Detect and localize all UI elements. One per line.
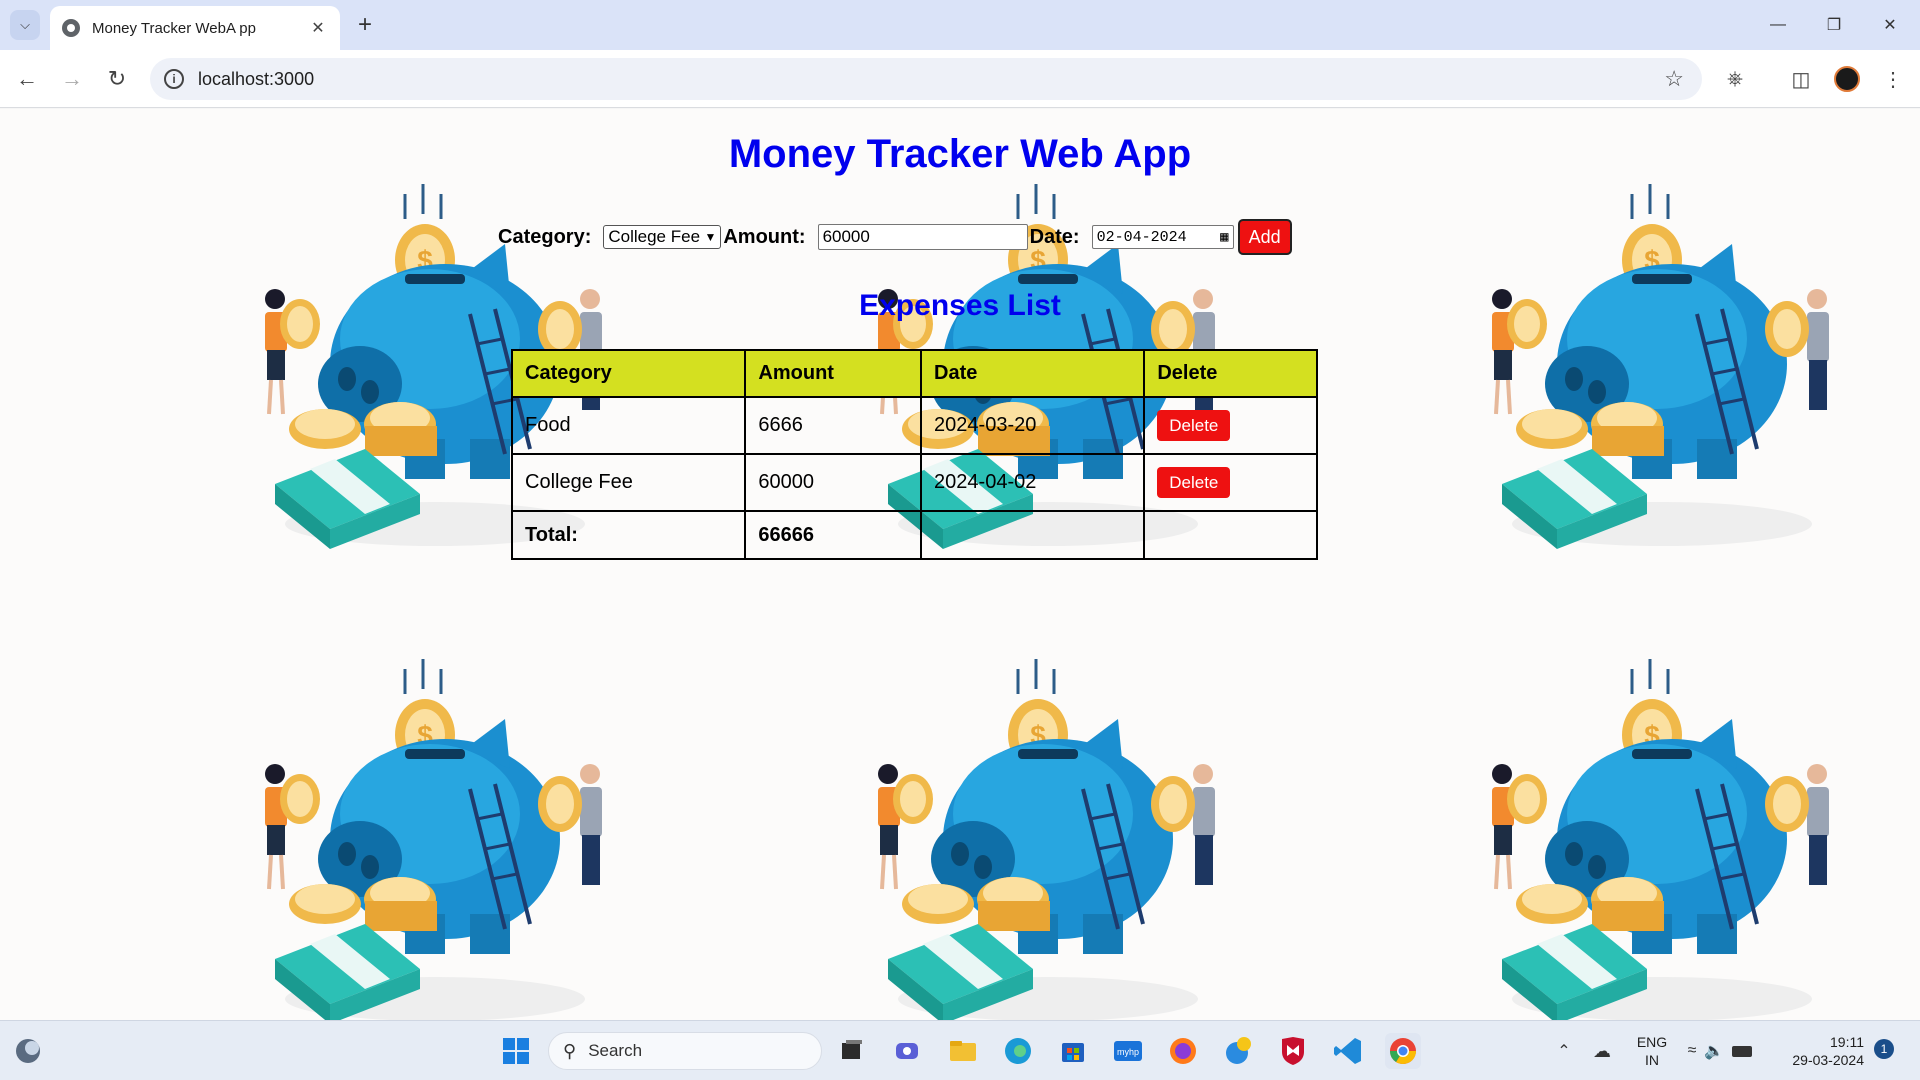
column-header-amount: Amount: [744, 349, 923, 398]
region-code: IN: [1645, 1052, 1659, 1068]
mcafee-icon[interactable]: [1275, 1033, 1311, 1069]
forward-icon[interactable]: →: [55, 62, 89, 96]
back-icon[interactable]: ←: [10, 62, 44, 96]
piggy-bank-illustration: [1482, 164, 1842, 564]
site-info-icon[interactable]: i: [164, 69, 184, 89]
category-select-value: College Fee: [608, 227, 701, 246]
windows-start-icon[interactable]: [498, 1033, 534, 1069]
cell-date: 2024-04-02: [920, 453, 1146, 512]
close-icon[interactable]: ✕: [308, 18, 328, 38]
amount-input-value: 60000: [822, 227, 870, 246]
edge-browser-icon[interactable]: [1000, 1033, 1036, 1069]
delete-button[interactable]: Delete: [1157, 410, 1231, 441]
language-code: ENG: [1636, 1034, 1668, 1050]
date-input-value: 02-04-2024: [1096, 228, 1187, 246]
calendar-icon[interactable]: ▦: [1220, 229, 1228, 246]
cell-amount: 6666: [744, 396, 923, 455]
minimize-button[interactable]: —: [1758, 10, 1798, 40]
cell-date: 2024-03-20: [920, 396, 1146, 455]
total-row: Total: 66666: [510, 510, 1318, 560]
expense-form: Category: College Fee ▼ Amount: 60000 Da…: [498, 219, 1292, 255]
column-header-category: Category: [510, 349, 747, 398]
chevron-up-icon[interactable]: ⌃: [1546, 1033, 1582, 1069]
expenses-list-title: Expenses List: [859, 289, 1061, 322]
date-label: Date:: [1029, 225, 1080, 248]
cell-category: Food: [510, 396, 747, 455]
cell-delete: Delete: [1143, 396, 1318, 455]
myhp-icon[interactable]: myhp: [1110, 1033, 1146, 1069]
tab-search-button[interactable]: ⌵: [10, 10, 40, 40]
expenses-table: Category Amount Date Delete Food 6666 20…: [510, 349, 1318, 560]
wifi-icon: ≈: [1687, 1042, 1697, 1059]
empty-cell: [1143, 510, 1318, 560]
file-explorer-icon[interactable]: [945, 1033, 981, 1069]
page-title: Money Tracker Web App: [728, 132, 1192, 176]
notification-badge[interactable]: 1: [1874, 1039, 1894, 1059]
menu-kebab-icon[interactable]: ⋮: [1878, 64, 1908, 94]
url-text: localhost:3000: [198, 68, 315, 89]
clock-date: 29-03-2024: [1792, 1052, 1864, 1068]
chevron-down-icon: ▼: [704, 230, 717, 244]
tab-title: Money Tracker WebA pp: [92, 19, 256, 37]
table-header-row: Category Amount Date Delete: [510, 349, 1318, 398]
system-status-icons[interactable]: ≈ 🔈: [1680, 1033, 1760, 1069]
volume-icon: 🔈: [1704, 1043, 1725, 1060]
taskbar: ⚲ Search myhp ⌃ ☁ ENG IN ≈ 🔈 19:11 29-03…: [0, 1020, 1920, 1080]
clock-time: 19:11: [1830, 1034, 1864, 1050]
table-row: Food 6666 2024-03-20 Delete: [510, 396, 1318, 455]
clock[interactable]: 19:11 29-03-2024: [1772, 1033, 1864, 1069]
delete-button[interactable]: Delete: [1157, 467, 1231, 498]
piggy-bank-illustration: [255, 639, 615, 1020]
cloud-offline-icon[interactable]: ☁: [1584, 1033, 1620, 1069]
taskbar-search-placeholder: Search: [588, 1041, 643, 1060]
chevron-down-icon: ⌵: [20, 17, 30, 32]
empty-cell: [920, 510, 1146, 560]
category-label: Category:: [498, 225, 592, 248]
table-row: College Fee 60000 2024-04-02 Delete: [510, 453, 1318, 512]
side-panel-icon[interactable]: ◫: [1786, 64, 1816, 94]
column-header-date: Date: [920, 349, 1146, 398]
language-indicator[interactable]: ENG IN: [1624, 1033, 1680, 1069]
amount-input[interactable]: 60000: [817, 224, 1028, 250]
browser-tabstrip: ⌵ Money Tracker WebA pp ✕ + — ❐ ✕: [0, 0, 1920, 50]
meet-icon[interactable]: [889, 1033, 925, 1069]
total-label: Total:: [510, 510, 747, 560]
cell-amount: 60000: [744, 453, 923, 512]
cell-category: College Fee: [510, 453, 747, 512]
task-view-icon[interactable]: [834, 1033, 870, 1069]
firefox-icon[interactable]: [1165, 1033, 1201, 1069]
new-tab-button[interactable]: +: [352, 11, 378, 38]
profile-avatar[interactable]: [1834, 66, 1860, 92]
page-viewport: $: [0, 109, 1920, 1020]
extensions-icon[interactable]: ⎈: [1720, 64, 1750, 94]
vscode-icon[interactable]: [1330, 1033, 1366, 1069]
tips-icon[interactable]: [1220, 1033, 1256, 1069]
bookmark-star-icon[interactable]: ☆: [1664, 66, 1684, 92]
search-icon: ⚲: [563, 1040, 577, 1061]
store-icon[interactable]: [1055, 1033, 1091, 1069]
widgets-icon[interactable]: [10, 1033, 46, 1069]
category-select[interactable]: College Fee ▼: [603, 225, 722, 249]
restore-button[interactable]: ❐: [1814, 10, 1854, 40]
amount-label: Amount:: [723, 225, 806, 248]
svg-text:myhp: myhp: [1117, 1047, 1139, 1057]
column-header-delete: Delete: [1143, 349, 1318, 398]
chrome-icon[interactable]: [1385, 1033, 1421, 1069]
globe-icon: [62, 19, 80, 37]
piggy-bank-illustration: [868, 639, 1228, 1020]
date-input[interactable]: 02-04-2024 ▦: [1091, 225, 1234, 249]
piggy-bank-illustration: [1482, 639, 1842, 1020]
browser-toolbar: ← → ↻ i localhost:3000 ☆ ⎈ ◫ ⋮: [0, 50, 1920, 108]
cell-delete: Delete: [1143, 453, 1318, 512]
window-close-button[interactable]: ✕: [1870, 10, 1910, 40]
battery-icon: [1732, 1045, 1753, 1057]
total-value: 66666: [744, 510, 923, 560]
reload-icon[interactable]: ↻: [100, 62, 134, 96]
add-button[interactable]: Add: [1237, 219, 1292, 255]
taskbar-search[interactable]: ⚲ Search: [548, 1032, 822, 1070]
browser-tab[interactable]: Money Tracker WebA pp ✕: [50, 6, 340, 50]
address-bar[interactable]: i localhost:3000 ☆: [150, 58, 1702, 100]
